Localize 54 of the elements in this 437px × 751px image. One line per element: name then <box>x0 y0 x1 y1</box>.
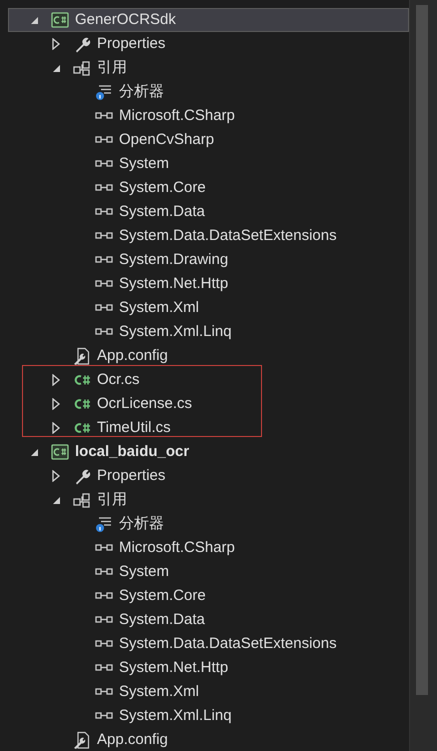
tree-item-label[interactable]: Properties <box>97 34 166 54</box>
scrollbar[interactable] <box>410 0 437 751</box>
tree-item-label[interactable]: System <box>119 562 170 582</box>
config-file-icon <box>73 347 91 365</box>
config-file-icon <box>73 731 91 749</box>
analyzer-icon <box>95 83 113 101</box>
tree-item-label[interactable]: System.Data <box>119 610 205 630</box>
tree-item-label[interactable]: System.Data.DataSetExtensions <box>119 634 337 654</box>
tree-item-label[interactable]: local_baidu_ocr <box>75 442 190 462</box>
tree-item-label[interactable]: 分析器 <box>119 514 164 534</box>
project-row[interactable]: local_baidu_ocr <box>8 440 409 464</box>
tree-item-label[interactable]: 分析器 <box>119 82 164 102</box>
tree-item-label[interactable]: System.Xml.Linq <box>119 322 232 342</box>
tree-item-label[interactable]: System.Xml.Linq <box>119 706 232 726</box>
collapse-arrow-icon[interactable] <box>51 495 61 505</box>
tree-item-label[interactable]: Properties <box>97 466 166 486</box>
collapse-arrow-icon[interactable] <box>29 447 39 457</box>
tree-item-label[interactable]: Microsoft.CSharp <box>119 538 235 558</box>
scrollbar-thumb[interactable] <box>416 5 428 695</box>
tree-item-label[interactable]: 引用 <box>97 490 127 510</box>
tree-item-label[interactable]: System.Net.Http <box>119 658 228 678</box>
references-icon <box>73 59 91 77</box>
collapse-arrow-icon[interactable] <box>51 63 61 73</box>
expand-arrow-icon[interactable] <box>51 38 61 50</box>
tree-item-label[interactable]: System.Core <box>119 586 206 606</box>
tree-item-label[interactable]: App.config <box>97 730 168 750</box>
tree-item-label[interactable]: System.Drawing <box>119 250 228 270</box>
tree-item-label[interactable]: TimeUtil.cs <box>97 418 171 438</box>
expand-arrow-icon[interactable] <box>51 470 61 482</box>
tree-item-label[interactable]: GenerOCRSdk <box>75 10 176 30</box>
tree-item-label[interactable]: Microsoft.CSharp <box>119 106 235 126</box>
expand-arrow-icon[interactable] <box>51 398 61 410</box>
tree-item-label[interactable]: 引用 <box>97 58 127 78</box>
project-row[interactable]: GenerOCRSdk <box>8 8 409 32</box>
tree-item-label[interactable]: OpenCvSharp <box>119 130 214 150</box>
tree-item-label[interactable]: System.Core <box>119 178 206 198</box>
tree-item-label[interactable]: OcrLicense.cs <box>97 394 192 414</box>
tree-item-label[interactable]: System.Net.Http <box>119 274 228 294</box>
tree-item-label[interactable]: Ocr.cs <box>97 370 140 390</box>
tree-item-label[interactable]: System.Data <box>119 202 205 222</box>
tree-item-label[interactable]: System.Xml <box>119 682 200 702</box>
tree-item-label[interactable]: System.Xml <box>119 298 200 318</box>
tree-item-label[interactable]: App.config <box>97 346 168 366</box>
references-icon <box>73 491 91 509</box>
csharp-project-icon <box>51 443 69 461</box>
wrench-icon <box>73 35 91 53</box>
wrench-icon <box>73 467 91 485</box>
analyzer-icon <box>95 515 113 533</box>
tree-item-label[interactable]: System.Data.DataSetExtensions <box>119 226 337 246</box>
tree-item-label[interactable]: System <box>119 154 170 174</box>
csharp-project-icon <box>51 11 69 29</box>
collapse-arrow-icon[interactable] <box>29 15 39 25</box>
expand-arrow-icon[interactable] <box>51 374 61 386</box>
expand-arrow-icon[interactable] <box>51 422 61 434</box>
